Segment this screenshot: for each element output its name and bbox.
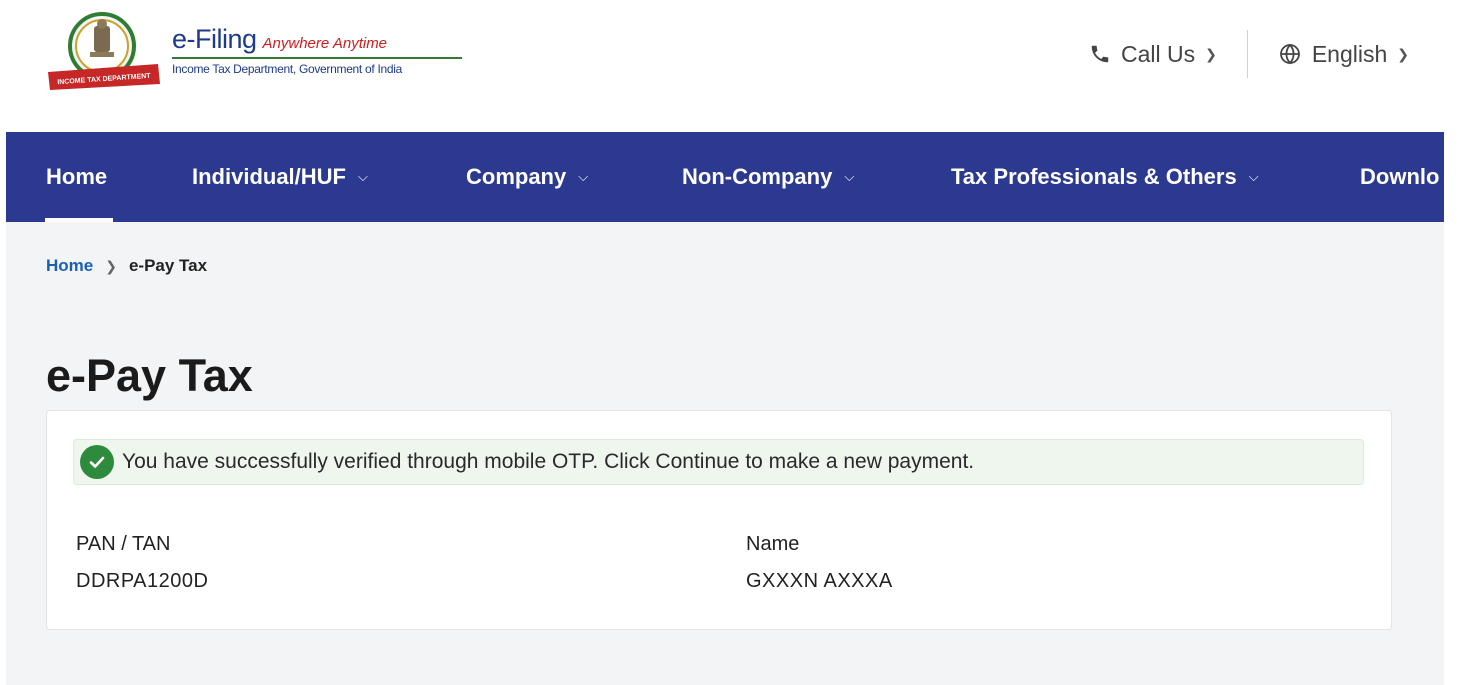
nav-item-home[interactable]: Home bbox=[46, 132, 107, 222]
pan-tan-value: DDRPA1200D bbox=[76, 570, 209, 592]
nav-item-label: Downlo bbox=[1360, 164, 1440, 189]
breadcrumb-current: e-Pay Tax bbox=[128, 256, 208, 275]
nav-item-label: Company bbox=[466, 164, 567, 189]
breadcrumb: Home ❯ e-Pay Tax bbox=[46, 256, 207, 276]
nav-item-company[interactable]: Company ⌵ bbox=[466, 132, 588, 222]
brand-title: e-Filing bbox=[172, 24, 257, 54]
nav-item-individual-huf[interactable]: Individual/HUF ⌵ bbox=[192, 132, 368, 222]
brand-block: e-Filing Anywhere Anytime Income Tax Dep… bbox=[172, 24, 472, 76]
chevron-down-icon: ⌵ bbox=[578, 169, 589, 184]
main-nav: Home Individual/HUF ⌵ Company ⌵ Non-Comp… bbox=[6, 132, 1444, 222]
brand-tagline: Anywhere Anytime bbox=[262, 35, 388, 52]
globe-icon bbox=[1278, 42, 1302, 66]
name-field: Name GXXXN AXXXA bbox=[746, 533, 893, 593]
nav-item-label: Individual/HUF bbox=[192, 164, 346, 189]
breadcrumb-home-link[interactable]: Home bbox=[46, 256, 93, 276]
verification-card: You have successfully verified through m… bbox=[46, 410, 1392, 630]
chevron-down-icon: ⌵ bbox=[358, 169, 368, 184]
nav-item-tax-professionals[interactable]: Tax Professionals & Others ⌵ bbox=[951, 132, 1259, 222]
name-value: GXXXN AXXXA bbox=[746, 570, 893, 592]
language-label: English bbox=[1311, 40, 1388, 67]
emblem-icon: INCOME TAX DEPARTMENT bbox=[44, 8, 164, 90]
chevron-down-icon: ❯ bbox=[1205, 45, 1217, 62]
language-dropdown[interactable]: English ❯ bbox=[1278, 41, 1409, 68]
chevron-down-icon: ⌵ bbox=[1248, 169, 1259, 184]
success-message: You have successfully verified through m… bbox=[122, 450, 975, 473]
call-us-dropdown[interactable]: Call Us ❯ bbox=[1089, 41, 1217, 68]
name-label: Name bbox=[746, 533, 800, 555]
success-alert: You have successfully verified through m… bbox=[73, 439, 1364, 485]
site-header: INCOME TAX DEPARTMENT e-Filing Anywhere … bbox=[0, 0, 1459, 132]
brand-subtitle: Income Tax Department, Government of Ind… bbox=[172, 62, 402, 76]
nav-item-downloads[interactable]: Downlo bbox=[1360, 132, 1439, 222]
utility-divider bbox=[1246, 30, 1248, 78]
chevron-down-icon: ❯ bbox=[1397, 45, 1409, 62]
brand-divider bbox=[172, 57, 462, 59]
nav-item-label: Non-Company bbox=[682, 164, 833, 189]
call-us-label: Call Us bbox=[1120, 40, 1196, 67]
chevron-down-icon: ⌵ bbox=[844, 169, 855, 184]
nav-item-non-company[interactable]: Non-Company ⌵ bbox=[682, 132, 854, 222]
main-content: Home ❯ e-Pay Tax e-Pay Tax You have succ… bbox=[6, 222, 1444, 685]
utility-bar: Call Us ❯ English ❯ bbox=[1089, 30, 1409, 78]
chevron-right-icon: ❯ bbox=[105, 257, 117, 274]
check-circle-icon bbox=[80, 445, 114, 479]
site-logo[interactable]: INCOME TAX DEPARTMENT e-Filing Anywhere … bbox=[44, 8, 472, 90]
pan-tan-label: PAN / TAN bbox=[76, 533, 171, 555]
nav-item-label: Home bbox=[46, 164, 108, 189]
nav-item-label: Tax Professionals & Others bbox=[951, 164, 1237, 189]
page-title: e-Pay Tax bbox=[46, 350, 253, 401]
phone-icon bbox=[1089, 43, 1111, 65]
pan-tan-field: PAN / TAN DDRPA1200D bbox=[76, 533, 208, 593]
